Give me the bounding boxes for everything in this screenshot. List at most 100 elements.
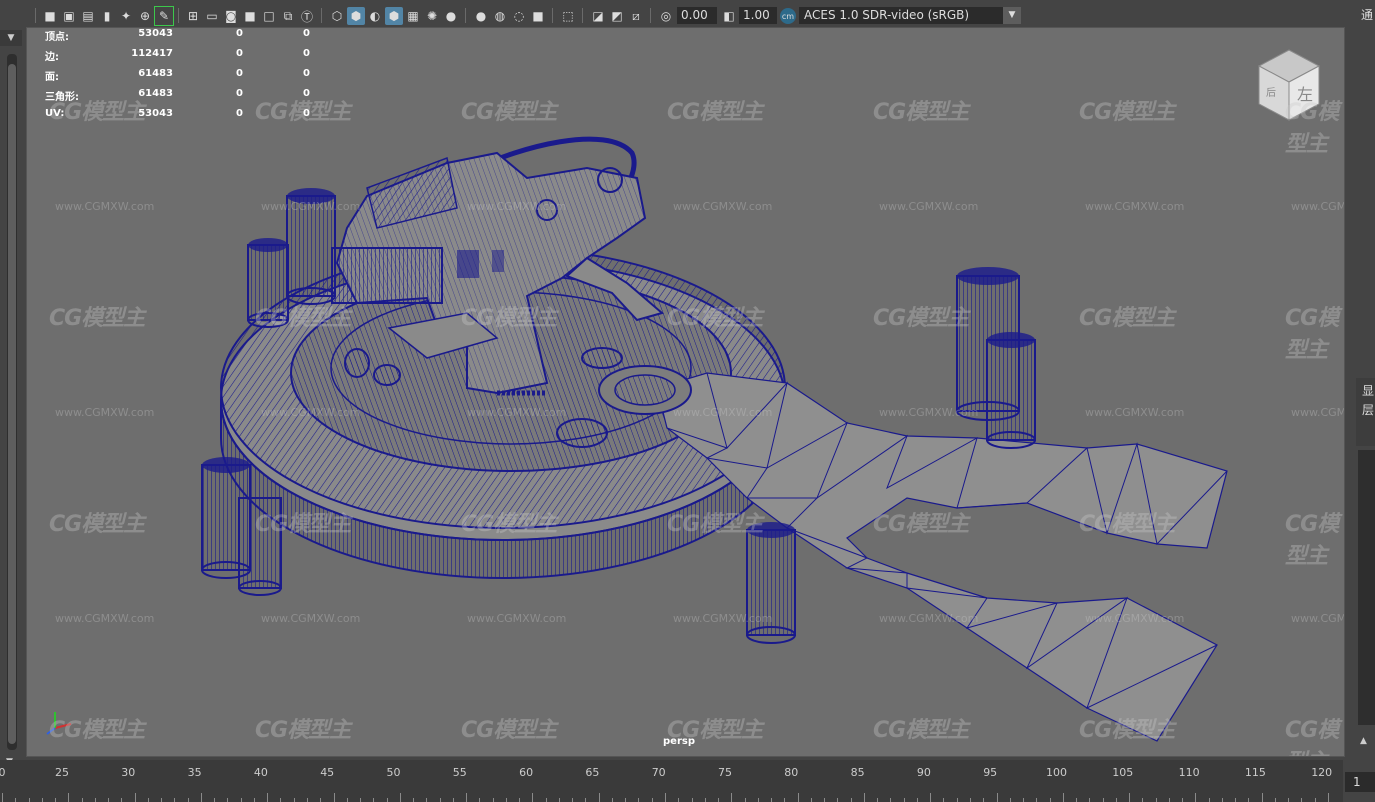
frame-tick-label: 65 [585,766,600,779]
frame-tick [877,798,879,802]
xray-components-icon[interactable]: ⧄ [627,7,645,25]
layer-scrollbar[interactable] [1358,450,1375,725]
default-material-icon[interactable]: ◐ [366,7,384,25]
frame-tick [108,798,110,802]
frame-tick [558,798,560,802]
viewport-toolbar: ■ ▣ ▤ ▮ ✦ ⊕ ✎ ⊞ ▭ ◙ ■ □ ⧉ Ⓣ ⬡ ⬢ ◐ ⬢ ▦ ✺ … [0,0,1375,30]
frame-tick [545,798,547,802]
grid-snap-icon[interactable]: ⊕ [136,7,154,25]
toolbar-separator [321,8,322,23]
bookmark-camera-icon[interactable]: ▤ [79,7,97,25]
3d-viewport[interactable]: 左 后 CG模型主 CG模型主 CG模型主 CG模型主 CG模型主 CG模型主 CG模型主 C… [26,27,1345,757]
gamma-icon[interactable]: ◧ [720,7,738,25]
smooth-shade-icon[interactable]: ⬢ [347,7,365,25]
current-frame-field[interactable]: 1 [1345,772,1375,792]
scroll-up-arrow[interactable]: ▲ [1360,736,1367,746]
screen-space-ao-icon[interactable]: ● [472,7,490,25]
depth-of-field-icon[interactable]: ■ [529,7,547,25]
frame-tick [1208,798,1210,802]
exposure-icon[interactable]: ◎ [657,7,675,25]
shadows-icon[interactable]: ● [442,7,460,25]
frame-tick [55,798,57,802]
frame-tick [1168,798,1170,802]
terrain-mesh[interactable] [656,372,1228,742]
watermark-logo: CG模型主 [49,306,145,331]
frame-tick [346,798,348,802]
frame-tick [2,793,3,802]
watermark-logo: CG模型主 [461,306,557,331]
watermark-url: www.CGMXW.com [673,200,773,213]
time-slider[interactable]: 0 25 30 35 40 45 50 55 60 65 70 75 80 85 90 95 100 105 110… [0,760,1343,802]
pillar[interactable] [956,267,1036,449]
hud-value: 0 [303,88,310,99]
watermark-logo: CG模型主 [49,512,145,537]
frame-tick-label: 25 [55,766,69,779]
frame-tick [214,798,216,802]
camera-attributes-icon[interactable]: ▣ [60,7,78,25]
frame-tick [306,798,308,802]
xray-icon[interactable]: ◪ [589,7,607,25]
isolate-select-icon[interactable]: ⬚ [559,7,577,25]
frame-tick [585,798,587,802]
frame-tick [718,798,720,802]
safe-action-icon[interactable]: ⧉ [279,7,297,25]
panel-tab-label[interactable]: 通 [1361,6,1373,23]
frame-tick [1076,798,1078,802]
textured-icon[interactable]: ▦ [404,7,422,25]
bookmark-icon[interactable]: ▮ [98,7,116,25]
frame-tick [969,798,971,802]
lights-icon[interactable]: ✺ [423,7,441,25]
gate-mask-icon[interactable]: ■ [241,7,259,25]
frame-tick [651,798,653,802]
watermark-logo: CG模型主 [667,100,763,125]
frame-tick-label: 40 [253,766,268,779]
safe-title-icon[interactable]: Ⓣ [298,7,316,25]
frame-tick [15,798,17,802]
color-management-icon[interactable]: cm [780,8,796,24]
frame-tick [1314,798,1316,802]
frame-tick [598,793,600,802]
frame-tick [983,798,985,802]
watermark-url: www.CGMXW.com [879,612,979,625]
toolbar-separator [650,8,651,23]
watermark-logo: CG模型主 [1079,306,1175,331]
camera-select-icon[interactable]: ■ [41,7,59,25]
view-transform-dropdown[interactable]: ACES 1.0 SDR-video (sRGB) ▼ [799,7,1021,24]
watermark-logo: CG模型主 [873,718,969,743]
image-plane-icon[interactable]: ✦ [117,7,135,25]
display-tab-label[interactable]: 显 [1362,382,1374,399]
motion-blur-icon[interactable]: ◍ [491,7,509,25]
toolbar-separator [178,8,179,23]
frame-tick-label: 35 [187,766,202,779]
frame-tick-label: 0 [0,766,6,779]
frame-tick [280,798,282,802]
film-gate-icon[interactable]: ▭ [203,7,221,25]
panel-menu-button[interactable]: ▼ [0,30,22,46]
frame-tick [1261,793,1263,802]
frame-tick [1062,793,1064,802]
chevron-down-icon[interactable]: ▼ [1003,7,1021,24]
gamma-field[interactable]: 1.00 [739,7,777,24]
resolution-gate-icon[interactable]: ◙ [222,7,240,25]
frame-tick-label: 105 [1112,766,1134,779]
grid-icon[interactable]: ⊞ [184,7,202,25]
scene-canvas[interactable]: 左 后 [27,28,1345,757]
field-chart-icon[interactable]: □ [260,7,278,25]
frame-tick [916,798,918,802]
exposure-field[interactable]: 0.00 [677,7,717,24]
wireframe-icon[interactable]: ⬡ [328,7,346,25]
watermark-url: www.CGMXW.com [879,406,979,419]
watermark-url: www.CGMXW.com [261,612,361,625]
hud-value: 112417 [131,48,173,59]
hud-row: UV: 53043 0 0 [45,108,310,128]
layer-tab-label[interactable]: 层 [1362,401,1374,418]
watermark-logo: CG模型主 [461,718,557,743]
frame-tick [930,793,932,802]
scrollbar-thumb[interactable] [8,64,16,744]
frame-tick [784,798,786,802]
grease-pencil-icon[interactable]: ✎ [154,6,174,26]
anti-aliasing-icon[interactable]: ◌ [510,7,528,25]
frame-tick [731,793,733,802]
wireframe-on-shaded-icon[interactable]: ⬢ [385,7,403,25]
xray-joints-icon[interactable]: ◩ [608,7,626,25]
